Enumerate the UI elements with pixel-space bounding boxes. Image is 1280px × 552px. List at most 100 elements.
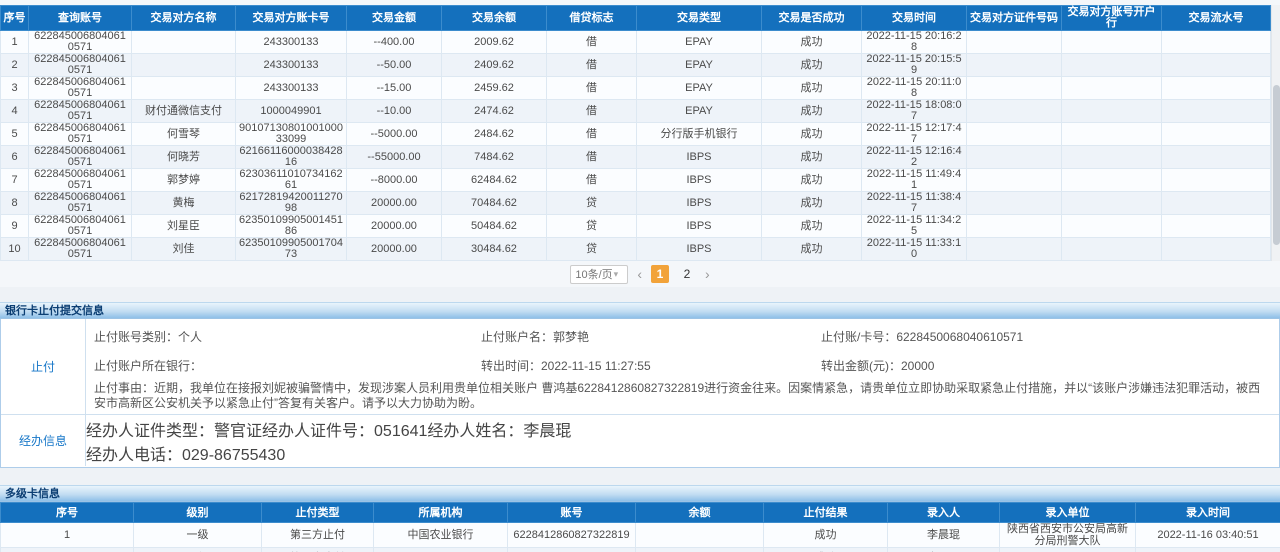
table-cell [1162, 54, 1271, 77]
table-cell: 30484.62 [442, 238, 547, 261]
table-row: 96228450068040610571刘星臣62350109905001451… [1, 215, 1271, 238]
table-cell: 2 [1, 54, 29, 77]
table-cell [967, 100, 1062, 123]
table-cell: 6228450068040610571 [29, 31, 132, 54]
vertical-scrollbar[interactable] [1271, 5, 1280, 261]
column-header: 序号 [1, 6, 29, 31]
table-cell: 2022-11-15 12:16:42 [862, 146, 967, 169]
table-row: 86228450068040610571黄梅621728194200112709… [1, 192, 1271, 215]
table-cell: 9 [1, 215, 29, 238]
table-cell: 借 [547, 31, 637, 54]
table-cell [1162, 100, 1271, 123]
table-cell [1162, 215, 1271, 238]
table-cell: --15.00 [347, 77, 442, 100]
column-header: 借贷标志 [547, 6, 637, 31]
table-cell: 借 [547, 123, 637, 146]
table-cell: 6228450068040610571 [29, 169, 132, 192]
table-cell: 成功 [764, 523, 888, 548]
table-row: 2二级第三方止付6235010990500170473成功李晨琨2022-11-… [1, 548, 1280, 552]
table-cell: 6228450068040610571 [29, 238, 132, 261]
table-cell: 财付通微信支付 [132, 100, 236, 123]
table-row: 66228450068040610571何晓芳62166116000038428… [1, 146, 1271, 169]
table-cell: 借 [547, 54, 637, 77]
table-row: 76228450068040610571郭梦婷62303611010734162… [1, 169, 1271, 192]
table-cell: EPAY [637, 100, 762, 123]
column-header: 序号 [1, 503, 134, 523]
prev-page-button[interactable]: ‹ [637, 267, 642, 281]
page-button-1[interactable]: 1 [651, 265, 669, 283]
scrollbar-thumb[interactable] [1273, 85, 1280, 245]
table-cell: 贷 [547, 192, 637, 215]
field-handler-id-type: 经办人证件类型：警官证 [86, 417, 262, 441]
table-cell: 2022-11-16 03:40:51 [1136, 523, 1280, 548]
page-button-2[interactable]: 2 [678, 265, 696, 283]
column-header: 交易类型 [637, 6, 762, 31]
table-cell: 6216611600003842816 [236, 146, 347, 169]
table-cell: 6235010990500170473 [508, 548, 636, 552]
table-cell [1162, 146, 1271, 169]
table-cell: 二级 [134, 548, 262, 552]
table-cell: 成功 [762, 215, 862, 238]
multilevel-section-title: 多级卡信息 [0, 485, 1280, 502]
page-size-select[interactable]: 10条/页 ▾ [570, 265, 628, 284]
table-cell [967, 215, 1062, 238]
table-cell [1162, 77, 1271, 100]
table-cell: 2022-11-15 20:16:28 [862, 31, 967, 54]
column-header: 余额 [636, 503, 764, 523]
table-row: 46228450068040610571财付通微信支付1000049901--1… [1, 100, 1271, 123]
table-cell: 成功 [762, 54, 862, 77]
table-cell [1062, 123, 1162, 146]
table-cell: 贷 [547, 238, 637, 261]
table-cell: 陕西省西安市公安局高新分局刑警大队 [1000, 523, 1136, 548]
table-cell: 成功 [762, 146, 862, 169]
table-cell: 借 [547, 169, 637, 192]
table-cell: 借 [547, 100, 637, 123]
column-header: 所属机构 [374, 503, 508, 523]
table-cell: EPAY [637, 31, 762, 54]
page-size-label: 10条/页 [575, 266, 612, 282]
table-cell: 6235010990500145186 [236, 215, 347, 238]
table-cell: 7484.62 [442, 146, 547, 169]
field-handler-id-number: 经办人证件号：051641 [262, 417, 427, 441]
next-page-button[interactable]: › [705, 267, 710, 281]
table-cell: 6228450068040610571 [29, 123, 132, 146]
field-stop-account-type: 止付账号类别：个人 [86, 328, 481, 345]
field-transfer-amount: 转出金额(元)：20000 [821, 357, 1279, 374]
table-cell [1062, 238, 1162, 261]
table-cell [1162, 238, 1271, 261]
multilevel-header-row: 序号级别止付类型所属机构账号余额止付结果录入人录入单位录入时间 [1, 503, 1280, 523]
table-cell: 成功 [762, 169, 862, 192]
table-row: 106228450068040610571刘佳62350109905001704… [1, 238, 1271, 261]
table-cell: --8000.00 [347, 169, 442, 192]
table-cell: 成功 [762, 192, 862, 215]
table-cell: 1000049901 [236, 100, 347, 123]
table-cell: 6228450068040610571 [29, 100, 132, 123]
table-cell: 6217281942001127098 [236, 192, 347, 215]
table-cell: 2484.62 [442, 123, 547, 146]
table-cell [1062, 31, 1162, 54]
transactions-table: 序号查询账号交易对方名称交易对方账卡号交易金额交易余额借贷标志交易类型交易是否成… [0, 5, 1271, 261]
transactions-header-row: 序号查询账号交易对方名称交易对方账卡号交易金额交易余额借贷标志交易类型交易是否成… [1, 6, 1271, 31]
column-header: 录入单位 [1000, 503, 1136, 523]
table-cell: --5000.00 [347, 123, 442, 146]
table-cell: 70484.62 [442, 192, 547, 215]
table-cell [967, 123, 1062, 146]
table-cell: 何雪琴 [132, 123, 236, 146]
table-row: 36228450068040610571243300133--15.002459… [1, 77, 1271, 100]
table-cell [1062, 54, 1162, 77]
table-cell [1162, 192, 1271, 215]
table-cell [1062, 77, 1162, 100]
transactions-body: 16228450068040610571243300133--400.00200… [1, 31, 1271, 261]
table-cell [967, 169, 1062, 192]
table-cell: 243300133 [236, 54, 347, 77]
table-cell: 50484.62 [442, 215, 547, 238]
table-cell [967, 238, 1062, 261]
table-cell [132, 31, 236, 54]
transactions-section: 序号查询账号交易对方名称交易对方账卡号交易金额交易余额借贷标志交易类型交易是否成… [0, 0, 1280, 261]
table-cell: 2022-11-15 11:38:47 [862, 192, 967, 215]
table-cell: 7 [1, 169, 29, 192]
table-cell [967, 146, 1062, 169]
table-cell: 1 [1, 31, 29, 54]
table-cell: EPAY [637, 54, 762, 77]
table-cell: IBPS [637, 169, 762, 192]
